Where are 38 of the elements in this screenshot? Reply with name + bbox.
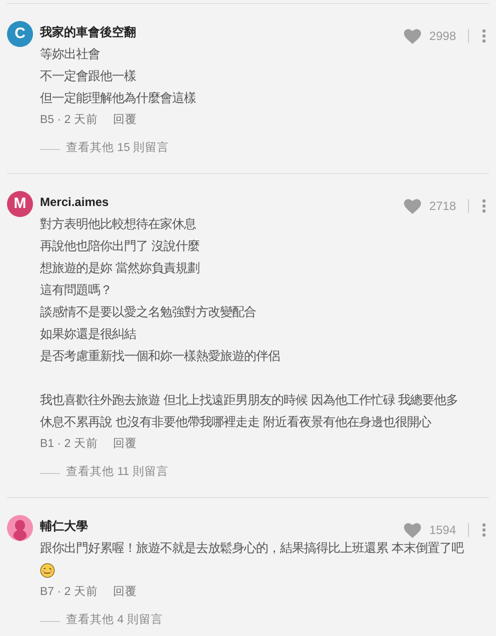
more-icon[interactable] (482, 29, 486, 43)
comment-meta: B5 · 2 天前 (40, 112, 98, 128)
reply-link[interactable]: 回覆 (112, 436, 137, 454)
comment-text: 跟你出門好累喔！旅遊不就是去放鬆身心的，結果搞得比上班還累 本末倒置了吧 (40, 540, 464, 557)
comment-text: 等妳出社會 (40, 46, 100, 63)
reply-link[interactable]: 回覆 (112, 584, 137, 602)
woozy-face-icon (40, 562, 55, 578)
comment-text: 休息不累再說 也沒有非要他帶我哪裡走走 附近看夜景有他在身邊也很開心 (40, 414, 431, 431)
view-replies-link[interactable]: 查看其他 11 則留言 (66, 464, 168, 482)
comment-text: 是否考慮重新找一個和妳一樣熱愛旅遊的伴侶 (40, 348, 280, 365)
comment-text: 對方表明他比較想待在家休息 (40, 216, 196, 233)
comment-text: 再說他也陪你出門了 沒說什麼 (40, 238, 200, 255)
reply-link[interactable]: 回覆 (112, 112, 137, 130)
comment-text: 談感情不是要以愛之名勉強對方改變配合 (40, 304, 256, 321)
heart-icon[interactable] (404, 198, 422, 214)
comment-text: 不一定會跟他一樣 (40, 68, 136, 85)
heart-icon[interactable] (404, 28, 422, 44)
author-name[interactable]: Merci.aimes (40, 193, 109, 211)
more-icon[interactable] (482, 199, 486, 213)
comment-text: 我也喜歡往外跑去旅遊 但北上找遠距男朋友的時候 因為他工作忙碌 我總要他多 (40, 392, 458, 409)
comment-meta: B1 · 2 天前 (40, 436, 98, 452)
comment-text: 如果妳還是很糾結 (40, 326, 136, 343)
like-count: 1594 (429, 522, 456, 539)
like-count: 2718 (429, 198, 456, 215)
like-count: 2998 (429, 28, 456, 45)
comment-meta: B7 · 2 天前 (40, 584, 98, 600)
comment-text: 但一定能理解他為什麼會這樣 (40, 90, 196, 107)
view-replies-link[interactable]: 查看其他 4 則留言 (66, 612, 163, 630)
avatar[interactable]: C (7, 21, 33, 47)
avatar[interactable] (7, 515, 33, 541)
comment-text: 想旅遊的是妳 當然妳負責規劃 (40, 260, 200, 277)
avatar[interactable]: M (7, 191, 33, 217)
author-name[interactable]: 我家的車會後空翻 (40, 23, 136, 41)
heart-icon[interactable] (404, 522, 422, 538)
more-icon[interactable] (482, 523, 486, 537)
comment-text: 這有問題嗎？ (40, 282, 112, 299)
author-name[interactable]: 輔仁大學 (40, 517, 88, 535)
view-replies-link[interactable]: 查看其他 15 則留言 (66, 140, 170, 158)
